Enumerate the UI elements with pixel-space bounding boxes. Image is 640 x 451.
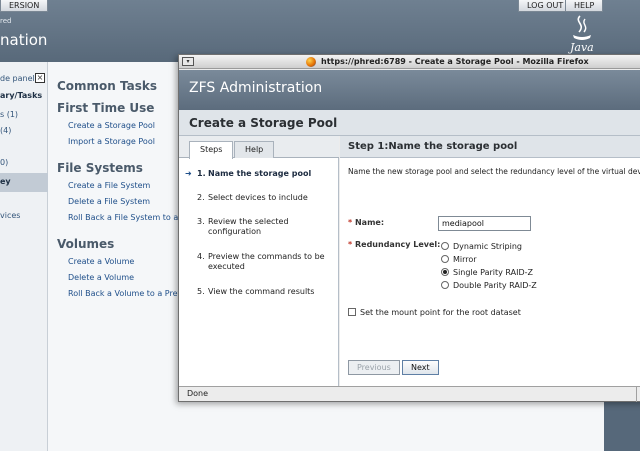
task-link[interactable]: Delete a File System — [68, 197, 150, 206]
radio-button[interactable] — [441, 242, 449, 250]
tab-help[interactable]: Help — [234, 141, 275, 158]
status-text: Done — [187, 389, 209, 398]
radio-button[interactable] — [441, 255, 449, 263]
redundancy-label: * Redundancy Level: — [348, 240, 441, 249]
name-label: * Name: — [348, 218, 385, 227]
zfs-app-header: ZFS Administration — [179, 70, 640, 110]
step-header: Step 1:Name the storage pool — [340, 136, 640, 158]
left-panel-item[interactable]: s (1) — [0, 110, 18, 119]
section-title: File Systems — [57, 161, 143, 175]
mount-point-checkbox-row[interactable]: Set the mount point for the root dataset — [348, 308, 521, 317]
radio-double-parity-raidz[interactable]: Double Parity RAID-Z — [441, 281, 537, 290]
left-panel-item[interactable]: ey — [0, 177, 11, 186]
window-title: https://phred:6789 - Create a Storage Po… — [321, 57, 589, 66]
firefox-icon — [306, 57, 316, 67]
page-header: Create a Storage Pool — [179, 110, 640, 136]
required-icon: * — [348, 218, 353, 227]
browser-statusbar: Done — [179, 386, 640, 402]
radio-single-parity-raidz[interactable]: Single Parity RAID-Z — [441, 268, 533, 277]
section-title: First Time Use — [57, 101, 155, 115]
pool-name-input[interactable] — [438, 216, 531, 231]
left-panel-item[interactable]: 0) — [0, 158, 8, 167]
required-icon: * — [348, 240, 353, 249]
section-title: Volumes — [57, 237, 115, 251]
step-instructions: Name the new storage pool and select the… — [348, 167, 640, 176]
radio-mirror[interactable]: Mirror — [441, 255, 477, 264]
wizard-steps-pane: Steps Help ➜ 1. Name the storage pool 2.… — [179, 136, 339, 386]
tab-steps[interactable]: Steps — [189, 141, 234, 159]
help-button[interactable]: HELP — [565, 0, 604, 12]
window-menu-icon[interactable]: ▾ — [182, 57, 194, 66]
task-link[interactable]: Roll Back a Volume to a Prev — [68, 289, 182, 298]
mount-point-checkbox[interactable] — [348, 308, 356, 316]
step-header-title: Step 1:Name the storage pool — [348, 141, 518, 152]
radio-button-selected[interactable] — [441, 268, 449, 276]
console-header: ERSION LOG OUT HELP red nation Java — [0, 0, 640, 62]
task-link[interactable]: Create a Storage Pool — [68, 121, 155, 130]
common-tasks-heading: Common Tasks — [57, 79, 158, 93]
java-logo-text: Java — [570, 41, 594, 54]
radio-button[interactable] — [441, 281, 449, 289]
left-panel-item[interactable]: ary/Tasks — [0, 91, 42, 100]
task-link[interactable]: Import a Storage Pool — [68, 137, 155, 146]
wizard-content-pane: Step 1:Name the storage pool Name the ne… — [340, 136, 640, 386]
hide-panel-link[interactable]: de panel — [0, 74, 35, 83]
task-link[interactable]: Create a Volume — [68, 257, 134, 266]
app-title: ZFS Administration — [189, 80, 323, 96]
status-divider — [636, 387, 637, 402]
close-icon[interactable]: × — [35, 73, 45, 83]
console-left-panel: de panel × ary/Tasks s (1) (4) 0) ey vic… — [0, 62, 48, 451]
version-button[interactable]: ERSION — [0, 0, 49, 12]
arrow-right-icon: ➜ — [185, 169, 192, 178]
wizard-tabs: Steps Help — [179, 136, 339, 159]
console-title: nation — [0, 31, 48, 49]
console-subtitle: red — [0, 17, 12, 25]
previous-button[interactable]: Previous — [348, 360, 400, 375]
next-button[interactable]: Next — [402, 360, 439, 375]
left-panel-item[interactable]: (4) — [0, 126, 11, 135]
task-link[interactable]: Roll Back a File System to a P — [68, 213, 186, 222]
window-titlebar[interactable]: ▾ https://phred:6789 - Create a Storage … — [179, 55, 640, 69]
page-title: Create a Storage Pool — [189, 116, 338, 130]
radio-dynamic-striping[interactable]: Dynamic Striping — [441, 242, 522, 251]
firefox-window: ▾ https://phred:6789 - Create a Storage … — [178, 54, 640, 402]
task-link[interactable]: Delete a Volume — [68, 273, 134, 282]
task-link[interactable]: Create a File System — [68, 181, 150, 190]
left-panel-item[interactable]: vices — [0, 211, 20, 220]
